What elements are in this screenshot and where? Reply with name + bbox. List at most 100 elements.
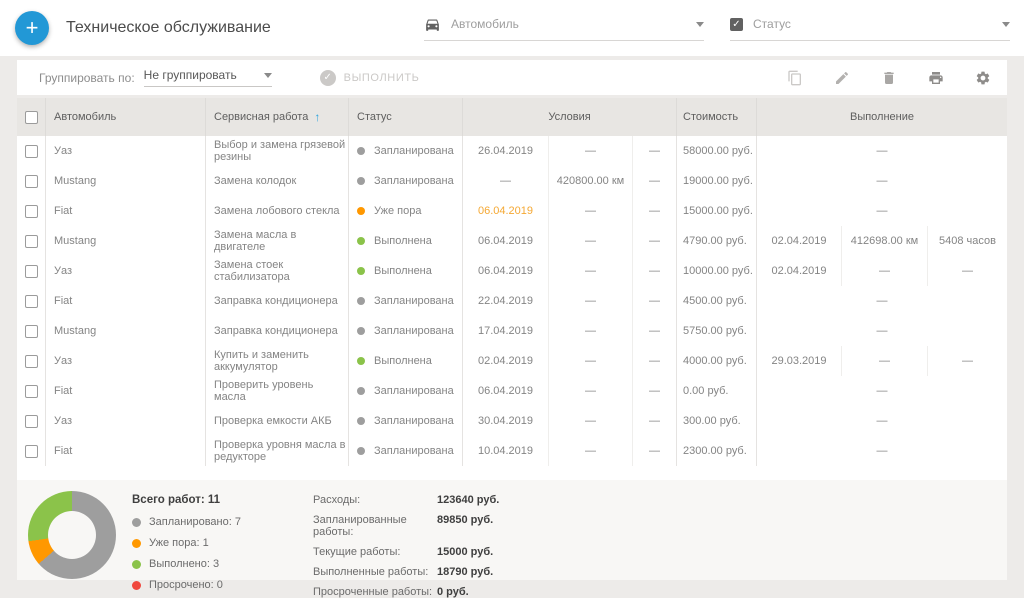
service-cell: Проверка емкости АКБ <box>205 406 348 436</box>
row-checkbox[interactable] <box>17 226 45 256</box>
status-cell: Запланирована <box>348 376 462 406</box>
condition-km-cell: — <box>548 376 632 406</box>
condition-date-cell: 06.04.2019 <box>462 256 548 286</box>
legend-item-planned: Запланировано: 7 <box>132 516 241 528</box>
row-checkbox[interactable] <box>17 436 45 466</box>
copy-icon[interactable] <box>787 70 803 86</box>
vehicle-cell: Fiat <box>45 286 205 316</box>
cost-cell: 300.00 руб. <box>676 406 756 436</box>
condition-hours-cell: — <box>632 226 676 256</box>
condition-hours-cell: — <box>632 136 676 166</box>
status-cell: Выполнена <box>348 256 462 286</box>
condition-hours-cell: — <box>632 346 676 376</box>
condition-date-cell: 02.04.2019 <box>462 346 548 376</box>
status-cell: Уже пора <box>348 196 462 226</box>
service-cell: Замена лобового стекла <box>205 196 348 226</box>
legend-item-due: Уже пора: 1 <box>132 537 241 549</box>
table-row[interactable]: Уаз Замена стоек стабилизатора Выполнена… <box>17 256 1007 286</box>
service-cell: Замена масла в двигателе <box>205 226 348 256</box>
stat-label: Выполненные работы: <box>313 566 437 578</box>
status-filter-checkbox[interactable]: ✓ <box>730 18 743 31</box>
service-cell: Замена стоек стабилизатора <box>205 256 348 286</box>
cost-cell: 4500.00 руб. <box>676 286 756 316</box>
legend-dot <box>132 581 141 590</box>
col-status[interactable]: Статус <box>348 98 462 136</box>
legend-dot <box>132 560 141 569</box>
select-all-checkbox[interactable] <box>17 98 45 136</box>
vehicle-cell: Уаз <box>45 136 205 166</box>
group-by-select[interactable]: Не группировать <box>144 68 272 87</box>
vehicle-cell: Уаз <box>45 256 205 286</box>
table-row[interactable]: Уаз Проверка емкости АКБ Запланирована 3… <box>17 406 1007 436</box>
stat-value: 18790 руб. <box>437 566 499 578</box>
cost-cell: 0.00 руб. <box>676 376 756 406</box>
row-checkbox[interactable] <box>17 196 45 226</box>
toolbar-icons <box>787 70 991 86</box>
cost-cell: 4000.00 руб. <box>676 346 756 376</box>
execution-hours-cell: 5408 часов <box>927 226 1007 256</box>
row-checkbox[interactable] <box>17 376 45 406</box>
condition-date-cell: 17.04.2019 <box>462 316 548 346</box>
row-checkbox[interactable] <box>17 166 45 196</box>
col-vehicle[interactable]: Автомобиль <box>45 98 205 136</box>
col-cost[interactable]: Стоимость <box>676 98 756 136</box>
service-cell: Проверка уровня масла в редукторе <box>205 436 348 466</box>
row-checkbox[interactable] <box>17 136 45 166</box>
table-row[interactable]: Fiat Проверить уровень масла Запланирова… <box>17 376 1007 406</box>
table-row[interactable]: Fiat Заправка кондиционера Запланирована… <box>17 286 1007 316</box>
cost-cell: 19000.00 руб. <box>676 166 756 196</box>
service-cell: Купить и заменить аккумулятор <box>205 346 348 376</box>
table-row[interactable]: Fiat Замена лобового стекла Уже пора 06.… <box>17 196 1007 226</box>
table-row[interactable]: Fiat Проверка уровня масла в редукторе З… <box>17 436 1007 466</box>
maintenance-card: Группировать по: Не группировать ✓ ВЫПОЛ… <box>17 60 1007 580</box>
table-row[interactable]: Уаз Купить и заменить аккумулятор Выполн… <box>17 346 1007 376</box>
table-body: Уаз Выбор и замена грязевой резины Запла… <box>17 136 1007 480</box>
sort-ascending-icon[interactable]: ↑ <box>314 110 320 124</box>
condition-hours-cell: — <box>632 256 676 286</box>
execution-cell: — <box>756 196 1007 226</box>
page-title: Техническое обслуживание <box>66 19 271 37</box>
service-cell: Выбор и замена грязевой резины <box>205 136 348 166</box>
row-checkbox[interactable] <box>17 406 45 436</box>
delete-icon[interactable] <box>881 70 897 86</box>
execution-km-cell: 412698.00 км <box>841 226 927 256</box>
status-dot <box>357 147 365 155</box>
edit-icon[interactable] <box>834 70 850 86</box>
table-row[interactable]: Уаз Выбор и замена грязевой резины Запла… <box>17 136 1007 166</box>
execution-cell: — <box>756 316 1007 346</box>
row-checkbox[interactable] <box>17 256 45 286</box>
execute-button[interactable]: ✓ ВЫПОЛНИТЬ <box>320 70 420 86</box>
chevron-down-icon <box>264 73 272 78</box>
add-button[interactable]: + <box>15 11 49 45</box>
cost-cell: 2300.00 руб. <box>676 436 756 466</box>
table-row[interactable]: Mustang Заправка кондиционера Запланиров… <box>17 316 1007 346</box>
settings-icon[interactable] <box>975 70 991 86</box>
row-checkbox[interactable] <box>17 316 45 346</box>
group-by-value: Не группировать <box>144 68 237 82</box>
row-checkbox[interactable] <box>17 286 45 316</box>
print-icon[interactable] <box>928 70 944 86</box>
table-row[interactable]: Mustang Замена масла в двигателе Выполне… <box>17 226 1007 256</box>
table-toolbar: Группировать по: Не группировать ✓ ВЫПОЛ… <box>17 60 1007 95</box>
condition-km-cell: — <box>548 316 632 346</box>
col-service[interactable]: Сервисная работа↑ <box>205 98 348 136</box>
vehicle-cell: Fiat <box>45 436 205 466</box>
row-checkbox[interactable] <box>17 346 45 376</box>
col-conditions[interactable]: Условия <box>462 98 676 136</box>
chevron-down-icon <box>696 22 704 27</box>
car-icon <box>424 16 441 33</box>
legend-item-done: Выполнено: 3 <box>132 558 241 570</box>
col-execution[interactable]: Выполнение <box>756 98 1007 136</box>
execution-hours-cell: — <box>927 256 1007 286</box>
condition-hours-cell: — <box>632 286 676 316</box>
status-dot <box>357 447 365 455</box>
status-dot <box>357 357 365 365</box>
vehicle-cell: Mustang <box>45 316 205 346</box>
condition-km-cell: — <box>548 346 632 376</box>
status-cell: Запланирована <box>348 316 462 346</box>
status-filter-dropdown[interactable]: ✓ Статус <box>730 16 1010 41</box>
vehicle-filter-dropdown[interactable]: Автомобиль <box>424 16 704 41</box>
condition-hours-cell: — <box>632 196 676 226</box>
table-row[interactable]: Mustang Замена колодок Запланирована — 4… <box>17 166 1007 196</box>
condition-date-cell: 26.04.2019 <box>462 136 548 166</box>
